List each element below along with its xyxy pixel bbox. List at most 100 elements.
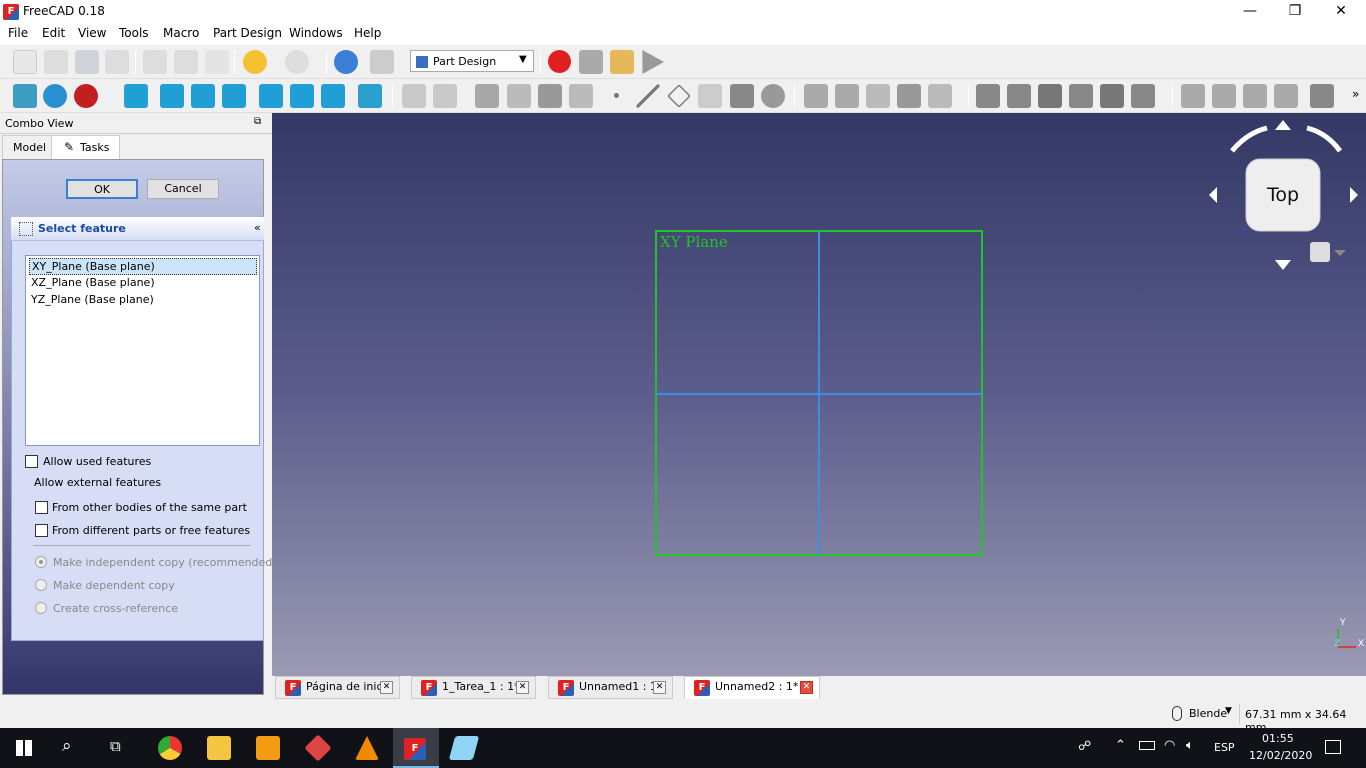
view-left-icon[interactable] [321, 84, 345, 108]
maximize-button[interactable]: ❐ [1272, 0, 1318, 23]
datum-point-icon[interactable] [606, 84, 626, 108]
view-rear-icon[interactable] [259, 84, 283, 108]
windows-start-icon[interactable] [16, 740, 32, 756]
view-top-icon[interactable] [191, 84, 215, 108]
menu-part-design[interactable]: Part Design [213, 26, 282, 40]
linear-pattern-icon[interactable] [1212, 84, 1236, 108]
pad-body-icon[interactable] [475, 84, 499, 108]
view-isometric-icon[interactable] [124, 84, 148, 108]
battery-icon[interactable] [1139, 741, 1155, 750]
close-icon[interactable]: ✕ [653, 681, 666, 694]
measure-icon[interactable] [358, 84, 382, 108]
cross-reference-radio[interactable] [35, 602, 47, 614]
additive-loft-icon[interactable] [866, 84, 890, 108]
create-sketch-icon[interactable] [507, 84, 531, 108]
hole-icon[interactable] [1007, 84, 1031, 108]
create-body-icon[interactable] [402, 84, 426, 108]
task-view-icon[interactable]: ⧉ [110, 737, 121, 755]
dependent-copy-radio[interactable] [35, 579, 47, 591]
language-indicator[interactable]: ESP [1214, 741, 1235, 754]
groove-icon[interactable] [1038, 84, 1062, 108]
view-bottom-icon[interactable] [290, 84, 314, 108]
fit-selection-icon[interactable] [43, 84, 67, 108]
subtractive-pipe-icon[interactable] [1100, 84, 1124, 108]
other-bodies-checkbox[interactable] [35, 501, 48, 514]
workbench-selector[interactable]: Part Design ▼ [410, 50, 534, 72]
refresh-icon[interactable] [334, 50, 358, 74]
volume-icon[interactable]: 🔈︎ [1186, 738, 1194, 753]
view-right-icon[interactable] [222, 84, 246, 108]
paste-icon[interactable] [205, 50, 229, 74]
doc-tab-start[interactable]: F Página de inicio ✕ [275, 676, 400, 699]
doc-tab-unnamed1[interactable]: F Unnamed1 : 1* ✕ [548, 676, 673, 699]
cut-icon[interactable] [143, 50, 167, 74]
close-icon[interactable]: ✕ [380, 681, 393, 694]
doc-tab-tarea[interactable]: F 1_Tarea_1 : 1* ✕ [411, 676, 536, 699]
menu-windows[interactable]: Windows [289, 26, 343, 40]
select-feature-header[interactable]: Select feature « [11, 217, 264, 241]
record-macro-icon[interactable] [548, 50, 571, 73]
pocket-icon[interactable] [976, 84, 1000, 108]
fillet-icon[interactable] [1310, 84, 1334, 108]
menu-help[interactable]: Help [354, 26, 381, 40]
revolution-icon[interactable] [835, 84, 859, 108]
toolbar-overflow-icon[interactable]: » [1352, 87, 1359, 101]
search-icon[interactable]: ⌕ [62, 736, 72, 756]
different-parts-checkbox[interactable] [35, 524, 48, 537]
additive-primitive-icon[interactable] [928, 84, 952, 108]
minimize-button[interactable]: — [1227, 0, 1273, 23]
shape-binder-icon[interactable] [538, 84, 562, 108]
chrome-icon[interactable] [158, 736, 182, 760]
notifications-icon[interactable] [1325, 740, 1341, 754]
datum-line-icon[interactable] [636, 84, 660, 108]
datum-plane-icon[interactable] [667, 84, 691, 108]
feature-list[interactable]: XY_Plane (Base plane) XZ_Plane (Base pla… [25, 255, 260, 446]
copy-icon[interactable] [174, 50, 198, 74]
menu-file[interactable]: File [8, 26, 28, 40]
doc-tab-unnamed2[interactable]: F Unnamed2 : 1* ✕ [684, 676, 820, 699]
menu-view[interactable]: View [78, 26, 106, 40]
save-icon[interactable] [75, 50, 99, 74]
redo-icon[interactable] [285, 50, 309, 74]
subtractive-primitive-icon[interactable] [1131, 84, 1155, 108]
macros-icon[interactable] [610, 50, 634, 74]
pad-icon[interactable] [804, 84, 828, 108]
3d-viewport[interactable]: XY Plane Top z Y Z X [272, 113, 1366, 676]
multitransform-icon[interactable] [1274, 84, 1298, 108]
chevron-up-icon[interactable]: ⌃ [1115, 738, 1126, 753]
allow-used-checkbox[interactable] [25, 455, 38, 468]
clone-body-icon[interactable] [761, 84, 785, 108]
git-icon[interactable] [304, 734, 332, 762]
execute-macro-icon[interactable] [642, 50, 664, 74]
list-item[interactable]: XZ_Plane (Base plane) [29, 275, 257, 292]
ok-button[interactable]: OK [66, 179, 138, 199]
undock-icon[interactable]: ⧉ [254, 116, 261, 127]
clone-icon[interactable] [569, 84, 593, 108]
new-file-icon[interactable] [13, 50, 37, 74]
people-icon[interactable]: ☍ [1078, 739, 1091, 754]
polar-pattern-icon[interactable] [1243, 84, 1267, 108]
close-button[interactable]: ✕ [1318, 0, 1364, 23]
whats-this-icon[interactable] [370, 50, 394, 74]
subtractive-loft-icon[interactable] [1069, 84, 1093, 108]
clock-time[interactable]: 01:55 [1262, 732, 1294, 745]
shape-binder2-icon[interactable] [730, 84, 754, 108]
view-front-icon[interactable] [160, 84, 184, 108]
additive-pipe-icon[interactable] [897, 84, 921, 108]
menu-tools[interactable]: Tools [119, 26, 149, 40]
tab-model[interactable]: Model [2, 135, 58, 159]
local-cs-icon[interactable] [698, 84, 722, 108]
wifi-icon[interactable]: ◠ [1164, 738, 1175, 753]
tab-tasks[interactable]: ✎ Tasks [51, 135, 121, 159]
draw-style-icon[interactable] [74, 84, 98, 108]
navcube-top-label[interactable]: Top [1267, 184, 1299, 206]
collapse-icon[interactable]: « [254, 221, 261, 234]
stop-macro-icon[interactable] [579, 50, 603, 74]
undo-icon[interactable] [243, 50, 267, 74]
navigation-style[interactable]: Blende [1189, 707, 1227, 720]
notepad-icon[interactable] [448, 736, 480, 760]
independent-copy-radio[interactable] [35, 556, 47, 568]
create-part-icon[interactable] [433, 84, 457, 108]
save-as-icon[interactable] [105, 50, 129, 74]
menu-edit[interactable]: Edit [42, 26, 65, 40]
